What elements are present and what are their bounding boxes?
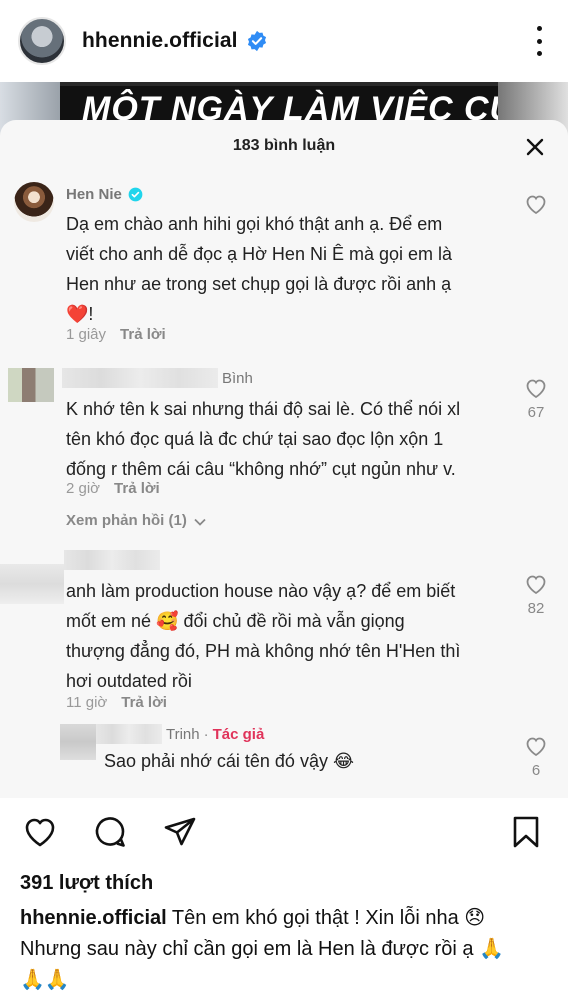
comment-header: Hen Nie: [66, 186, 143, 203]
commenter-name[interactable]: Trinh: [166, 726, 200, 743]
reply-button[interactable]: Trả lời: [114, 480, 160, 497]
like-count: 6: [531, 762, 541, 779]
heart-outline-icon[interactable]: [523, 734, 549, 758]
comment-icon[interactable]: [92, 814, 128, 850]
like-count: 82: [527, 600, 545, 617]
avatar[interactable]: [18, 17, 66, 65]
blurred-name: [64, 550, 160, 570]
heart-icon[interactable]: [22, 814, 58, 850]
comment-time: 2 giờ: [66, 480, 101, 497]
comment-text: anh làm production house nào vậy ạ? để e…: [66, 581, 461, 691]
comment-text: Sao phải nhớ cái tên đó vậy 😂: [104, 751, 355, 771]
comment-header: Bình: [62, 368, 253, 388]
reply-button[interactable]: Trả lời: [121, 694, 167, 711]
comment-meta: 11 giờ Trả lời: [66, 694, 167, 711]
comments-count-title: 183 bình luận: [232, 137, 336, 154]
comment-time: 1 giây: [66, 326, 107, 343]
post-username[interactable]: hhennie.official: [82, 29, 238, 53]
blurred-name: [96, 724, 162, 744]
reply-button[interactable]: Trả lời: [120, 326, 166, 343]
comment-header: Trinh · Tác giả: [96, 724, 264, 744]
like-button[interactable]: [522, 192, 550, 216]
verified-badge-icon: [247, 30, 266, 52]
author-tag: Tác giả: [212, 725, 265, 743]
likes-count[interactable]: 391 lượt thích: [20, 872, 153, 895]
verified-badge-icon: [128, 187, 143, 202]
chevron-down-icon: [194, 518, 206, 526]
pray-emoji: 🙏: [479, 938, 504, 960]
caption-username[interactable]: hhennie.official: [20, 907, 167, 929]
heart-emoji: ❤️: [66, 304, 89, 324]
heart-outline-icon[interactable]: [523, 376, 549, 400]
smile-hearts-emoji: 🥰: [156, 611, 179, 631]
comment-header: [64, 550, 160, 570]
like-button[interactable]: 67: [522, 376, 550, 421]
sad-emoji: 😞: [464, 907, 486, 929]
comment-text: Dạ em chào anh hihi gọi khó thật anh ạ. …: [66, 214, 452, 324]
like-button[interactable]: 82: [522, 572, 550, 617]
post-caption: hhennie.official Tên em khó gọi thật ! X…: [20, 907, 504, 991]
heart-outline-icon[interactable]: [523, 572, 549, 596]
post-image[interactable]: MỘT NGÀY LÀM VIỆC CỦA 183 bình luận Hen …: [0, 82, 568, 798]
like-button[interactable]: 6: [522, 734, 550, 779]
commenter-avatar[interactable]: [14, 182, 54, 222]
post-action-bar: [0, 798, 568, 866]
comment-meta: 2 giờ Trả lời: [66, 480, 160, 497]
more-options-icon[interactable]: [534, 26, 544, 56]
heart-outline-icon[interactable]: [523, 192, 549, 216]
comments-sheet: 183 bình luận Hen Nie Dạ em chào anh hih…: [0, 120, 568, 798]
commenter-name[interactable]: Bình: [222, 370, 253, 387]
view-replies-button[interactable]: Xem phản hồi (1): [66, 512, 207, 529]
comment-meta: 1 giây Trả lời: [66, 326, 166, 343]
close-icon[interactable]: [524, 136, 546, 158]
commenter-avatar[interactable]: [0, 564, 64, 604]
pray-emoji-pair: 🙏🙏: [20, 969, 70, 991]
share-icon[interactable]: [162, 814, 198, 850]
laughing-emoji: 😂: [332, 751, 355, 771]
bookmark-icon[interactable]: [508, 814, 544, 850]
blurred-name: [62, 368, 218, 388]
like-count: 67: [527, 404, 545, 421]
comment-text: K nhớ tên k sai nhưng thái độ sai lè. Có…: [66, 399, 461, 479]
commenter-avatar[interactable]: [8, 368, 54, 402]
commenter-name[interactable]: Hen Nie: [66, 186, 122, 203]
commenter-avatar[interactable]: [60, 724, 96, 760]
comment-time: 11 giờ: [66, 694, 108, 711]
post-header: hhennie.official: [0, 0, 568, 82]
